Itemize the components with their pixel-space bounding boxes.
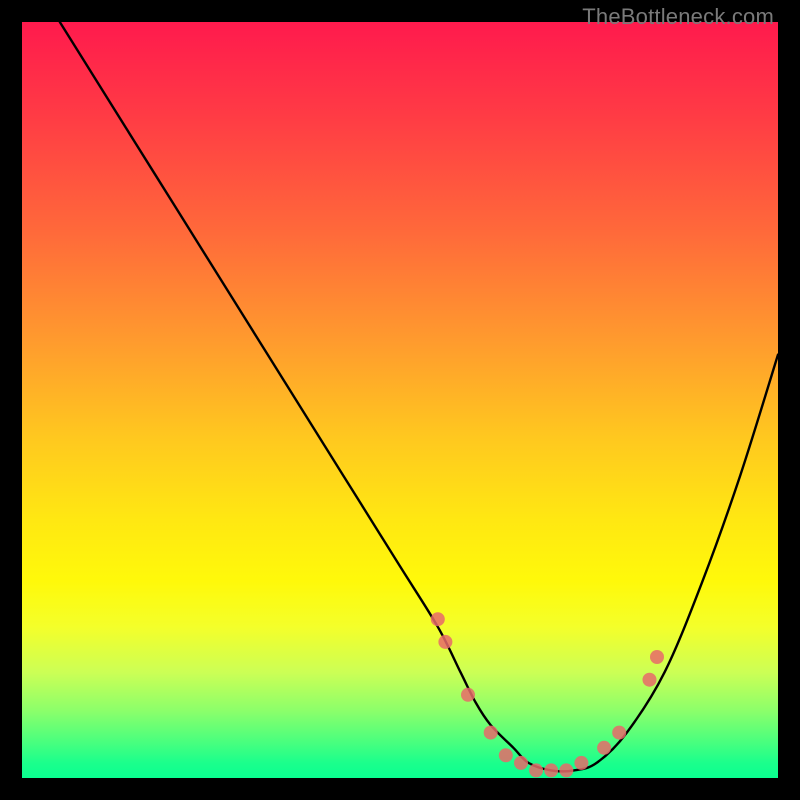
highlight-point	[514, 756, 528, 770]
highlight-point	[529, 763, 543, 777]
highlight-point	[461, 688, 475, 702]
highlight-point	[597, 741, 611, 755]
highlight-point	[431, 612, 445, 626]
highlight-point	[650, 650, 664, 664]
highlight-point	[438, 635, 452, 649]
highlight-point	[574, 756, 588, 770]
curve-layer	[60, 22, 778, 771]
bottleneck-curve	[60, 22, 778, 771]
highlight-point	[643, 673, 657, 687]
watermark-text: TheBottleneck.com	[582, 4, 774, 30]
highlight-point	[484, 726, 498, 740]
highlight-point	[499, 748, 513, 762]
highlight-point	[612, 726, 626, 740]
highlight-points	[431, 612, 664, 777]
highlight-point	[559, 763, 573, 777]
chart-frame	[22, 22, 778, 778]
chart-svg	[22, 22, 778, 778]
highlight-point	[544, 763, 558, 777]
